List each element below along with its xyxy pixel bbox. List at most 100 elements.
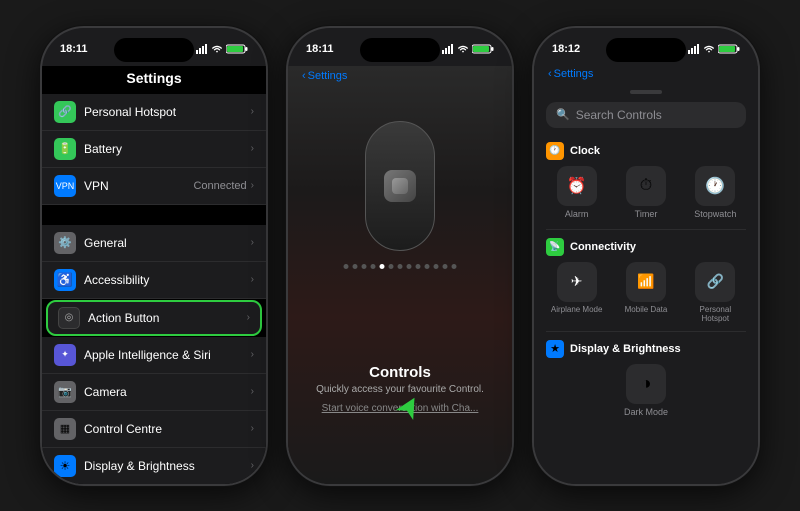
power-button — [266, 128, 268, 178]
power-button-3 — [758, 128, 760, 178]
hotspot-item-label: Personal Hotspot — [685, 305, 746, 323]
settings-item-general[interactable]: ⚙️ General › — [42, 225, 266, 262]
clock-section: 🕐 Clock ⏰ Alarm ⏱ Timer 🕐 Stopwatch — [534, 136, 758, 225]
battery-chevron: › — [251, 143, 254, 154]
settings-item-vpn[interactable]: VPN VPN Connected › — [42, 168, 266, 205]
battery-icon — [226, 44, 248, 54]
airplane-label: Airplane Mode — [551, 305, 603, 314]
action-button-physical-3 — [532, 80, 534, 102]
wifi-icon — [211, 44, 223, 54]
mobile-data-label: Mobile Data — [625, 305, 668, 314]
dynamic-island-2 — [360, 38, 440, 62]
display-icons-row: ◑ Dark Mode — [546, 364, 746, 417]
battery-icon-2 — [472, 44, 494, 54]
personal-hotspot-item: 🔗 Personal Hotspot — [685, 262, 746, 323]
settings-item-action-button[interactable]: ◎ Action Button › — [46, 300, 262, 336]
search-bar[interactable]: 🔍 Search Controls — [546, 102, 746, 128]
status-time-1: 18:11 — [60, 43, 88, 55]
signal-icon-3 — [688, 44, 700, 54]
clock-section-title: Clock — [570, 145, 600, 157]
stopwatch-icon: 🕐 — [695, 166, 735, 206]
display-label: Display & Brightness — [84, 459, 251, 473]
dot-1 — [344, 264, 349, 269]
volume-up-button-3 — [532, 146, 534, 184]
hotspot-icon: 🔗 — [54, 101, 76, 123]
action-button-chevron: › — [247, 312, 250, 323]
action-button-device — [365, 121, 435, 251]
display-chevron: › — [251, 460, 254, 471]
status-time-3: 18:12 — [552, 43, 580, 55]
back-label-2: Settings — [308, 70, 348, 82]
search-controls-screen: ‹ Settings 🔍 Search Controls 🕐 Clock ⏰ A… — [534, 66, 758, 484]
settings-section-top: 🔗 Personal Hotspot › 🔋 Battery › VPN VPN… — [42, 94, 266, 205]
settings-item-siri[interactable]: ✦ Apple Intelligence & Siri › — [42, 337, 266, 374]
phone-1: 18:11 Settings — [40, 26, 268, 486]
settings-item-camera[interactable]: 📷 Camera › — [42, 374, 266, 411]
settings-item-battery[interactable]: 🔋 Battery › — [42, 131, 266, 168]
dot-12 — [443, 264, 448, 269]
siri-chevron: › — [251, 349, 254, 360]
dot-10 — [425, 264, 430, 269]
timer-icon: ⏱ — [626, 166, 666, 206]
wifi-icon-3 — [703, 44, 715, 54]
back-label-3: Settings — [554, 68, 594, 80]
dynamic-island — [114, 38, 194, 62]
dot-2 — [353, 264, 358, 269]
siri-label: Apple Intelligence & Siri — [84, 348, 251, 362]
clock-timer-item: ⏱ Timer — [615, 166, 676, 219]
accessibility-icon: ♿ — [54, 269, 76, 291]
connectivity-section-icon: 📡 — [546, 238, 564, 256]
vpn-icon: VPN — [54, 175, 76, 197]
dot-3 — [362, 264, 367, 269]
power-button-2 — [512, 128, 514, 178]
clock-header: 🕐 Clock — [546, 142, 746, 160]
battery-label: Battery — [84, 142, 251, 156]
alarm-icon: ⏰ — [557, 166, 597, 206]
action-button-label: Action Button — [88, 311, 247, 325]
settings-item-display[interactable]: ☀ Display & Brightness › — [42, 448, 266, 484]
signal-icon-2 — [442, 44, 454, 54]
connectivity-section-title: Connectivity — [570, 241, 636, 253]
phone2-nav: ‹ Settings — [288, 66, 512, 86]
timer-label: Timer — [635, 209, 658, 219]
vpn-chevron: › — [251, 180, 254, 191]
action-button-core — [392, 178, 408, 194]
display-brightness-section: ★ Display & Brightness ◑ Dark Mode — [534, 336, 758, 421]
page-dots — [344, 264, 457, 269]
clock-icons-row: ⏰ Alarm ⏱ Timer 🕐 Stopwatch — [546, 166, 746, 219]
vpn-label: VPN — [84, 179, 193, 193]
arrow-svg — [396, 394, 420, 424]
settings-item-accessibility[interactable]: ♿ Accessibility › — [42, 262, 266, 299]
status-icons-1 — [196, 44, 248, 54]
siri-icon: ✦ — [54, 344, 76, 366]
phone-2: 18:11 ‹ Settings — [286, 26, 514, 486]
section-gap-1 — [42, 205, 266, 225]
mobile-data-icon: 📶 — [626, 262, 666, 302]
action-button-icon: ◎ — [58, 307, 80, 329]
dark-mode-label: Dark Mode — [624, 407, 668, 417]
green-arrow-indicator — [396, 394, 420, 429]
settings-title: Settings — [126, 70, 181, 86]
volume-down-button-3 — [532, 192, 534, 230]
search-placeholder-3: Search Controls — [576, 108, 662, 122]
divider-2 — [546, 331, 746, 332]
sheet-handle — [630, 90, 662, 94]
settings-item-hotspot[interactable]: 🔗 Personal Hotspot › — [42, 94, 266, 131]
back-button-3[interactable]: ‹ Settings — [548, 68, 593, 80]
control-centre-chevron: › — [251, 423, 254, 434]
dot-11 — [434, 264, 439, 269]
vpn-value: Connected — [193, 180, 246, 192]
nav-bar-1: Settings — [42, 66, 266, 94]
signal-icon — [196, 44, 208, 54]
back-button-2[interactable]: ‹ Settings — [302, 70, 347, 82]
dot-8 — [407, 264, 412, 269]
connectivity-header: 📡 Connectivity — [546, 238, 746, 256]
battery-icon-3 — [718, 44, 740, 54]
general-label: General — [84, 236, 251, 250]
settings-item-control-centre[interactable]: ▦ Control Centre › — [42, 411, 266, 448]
camera-icon: 📷 — [54, 381, 76, 403]
action-button-inner — [384, 170, 416, 202]
settings-screen: Settings 🔗 Personal Hotspot › 🔋 Battery … — [42, 66, 266, 484]
hotspot-label: Personal Hotspot — [84, 105, 251, 119]
stopwatch-label: Stopwatch — [694, 209, 736, 219]
